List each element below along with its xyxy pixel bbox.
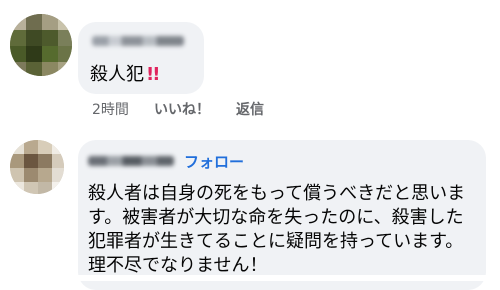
comment-2-line: 殺人者は自身の死をもって償うべきだと思いま (88, 183, 466, 204)
avatar-image-1 (10, 14, 72, 76)
commenter-name-blurred-1[interactable] (92, 36, 184, 46)
bottom-edge (0, 275, 500, 281)
commenter-name-blurred-2[interactable] (88, 156, 174, 166)
comment-2-line: す。被害者が大切な命を失ったのに、殺害した (88, 207, 464, 228)
double-exclamation-icon: !! (146, 64, 160, 85)
avatar-image-2 (10, 140, 64, 194)
follow-button[interactable]: フォロー (184, 152, 244, 172)
comment-1-like-button[interactable]: いいね！ (154, 101, 210, 119)
commenter-avatar-1[interactable] (10, 14, 72, 76)
commenter-avatar-2[interactable] (10, 140, 64, 194)
comment-1-timestamp[interactable]: 2時間 (92, 101, 129, 119)
comment-1-reply-button[interactable]: 返信 (236, 101, 264, 119)
comment-text-1: 殺人犯!! (90, 63, 160, 87)
comment-text-2: 殺人者は自身の死をもって償うべきだと思いま す。被害者が大切な命を失ったのに、殺… (88, 182, 478, 278)
comment-1-body: 殺人犯 (90, 64, 144, 85)
comment-2-line: 犯罪者が生きてることに疑問を持っています。 (88, 231, 464, 252)
